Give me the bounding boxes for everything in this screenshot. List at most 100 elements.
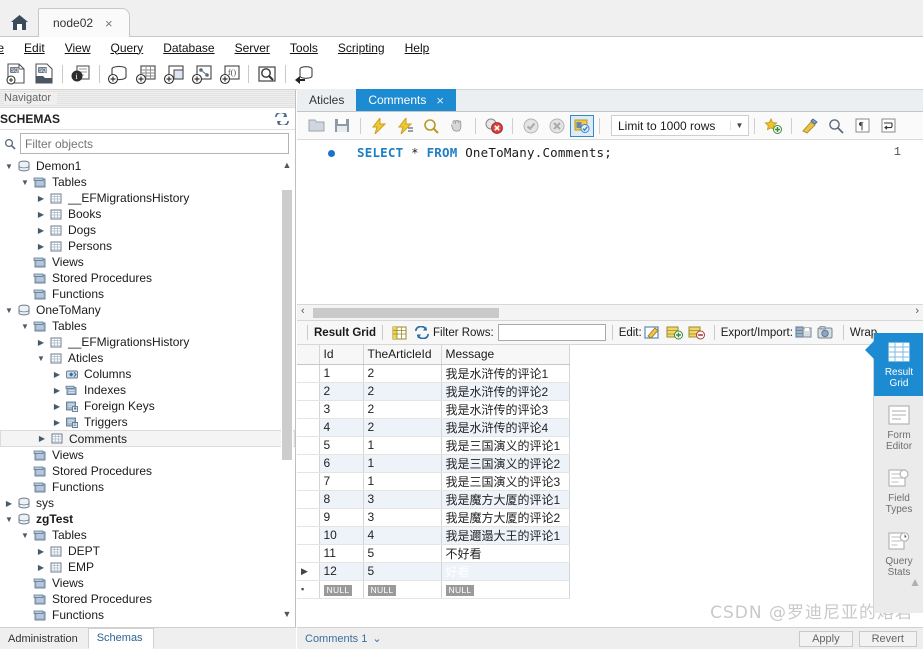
tree-node-books[interactable]: ▶ Books [0,206,295,222]
menu-server[interactable]: Server [225,39,280,57]
table-row[interactable]: 6 1 我是三国演义的评论2 [297,454,570,473]
table-row[interactable]: 3 2 我是水浒传的评论3 [297,400,570,419]
tree-node-persons[interactable]: ▶ Persons [0,238,295,254]
table-row[interactable]: 2 2 我是水浒传的评论2 [297,382,570,401]
tree-node-indexes[interactable]: ▶ Indexes [0,382,295,398]
chevron-down-icon[interactable]: ▼ [2,306,16,315]
tree-node-onetomany[interactable]: ▼ OneToMany [0,302,295,318]
cell-message[interactable]: 我是魔方大厦的评论2 [441,508,570,527]
menu-query[interactable]: Query [101,39,154,57]
scrollbar-thumb[interactable] [313,308,499,318]
row-marker[interactable] [297,454,320,473]
export-recordset-icon[interactable] [793,323,815,343]
sql-code-editor[interactable]: 1 SELECT * FROM OneToMany.Comments; [297,140,923,305]
cell-thearticleid[interactable]: 2 [363,364,442,383]
cell-thearticleid[interactable]: 4 [363,526,442,545]
chevron-down-icon[interactable]: ⌄ [372,632,381,645]
execute-icon[interactable] [366,114,392,138]
tree-node-views[interactable]: Views [0,447,295,463]
editor-tab-comments[interactable]: Comments × [356,89,456,111]
chevron-right-icon[interactable]: ▶ [35,434,49,443]
tree-node-emp[interactable]: ▶ EMP [0,559,295,575]
open-sql-script-icon[interactable]: SQL [30,61,58,87]
scrollbar-thumb[interactable] [282,190,292,460]
sidebar-item-result-grid[interactable]: Result Grid [865,333,923,396]
cell-thearticleid[interactable]: 5 [363,544,442,563]
tree-node-tables[interactable]: ▼ Tables [0,318,295,334]
limit-rows-dropdown[interactable]: Limit to 1000 rows ▼ [611,115,749,136]
row-marker[interactable] [297,382,320,401]
tree-node-triggers[interactable]: ▶ Triggers [0,414,295,430]
cell-id[interactable]: 9 [319,508,364,527]
refresh-icon[interactable] [411,323,433,343]
tree-node-functions[interactable]: Functions [0,479,295,495]
beautify-icon[interactable] [797,114,823,138]
menu-edit[interactable]: Edit [14,39,55,57]
cell-message[interactable]: 我是水浒传的评论1 [441,364,570,383]
cell-id[interactable]: 6 [319,454,364,473]
chevron-right-icon[interactable]: ▶ [50,418,64,427]
connection-tab-node02[interactable]: node02 × [38,8,130,37]
table-row[interactable]: 7 1 我是三国演义的评论3 [297,472,570,491]
cell-id[interactable]: 12 [319,562,364,581]
explain-icon[interactable] [418,114,444,138]
row-marker[interactable] [297,544,320,563]
row-marker[interactable] [297,490,320,509]
cell-thearticleid[interactable]: 2 [363,400,442,419]
create-view-icon[interactable] [160,61,188,87]
cell-id[interactable]: 10 [319,526,364,545]
row-marker[interactable] [297,418,320,437]
create-schema-icon[interactable] [104,61,132,87]
autocommit-icon[interactable] [570,114,594,137]
create-function-icon[interactable]: f() [216,61,244,87]
chevron-right-icon[interactable]: ▶ [34,194,48,203]
cell-message[interactable]: 我是水浒传的评论4 [441,418,570,437]
cell-message[interactable]: 我是邇遢大王的评论1 [441,526,570,545]
table-row[interactable]: 10 4 我是邇遢大王的评论1 [297,526,570,545]
tree-node-functions[interactable]: Functions [0,286,295,302]
cell-id[interactable]: 7 [319,472,364,491]
menu-view[interactable]: View [55,39,101,57]
cell-id[interactable]: 8 [319,490,364,509]
snippets-icon[interactable] [760,114,786,138]
editor-tab-aticles[interactable]: Aticles [297,89,357,111]
edit-pencil-icon[interactable] [642,323,664,343]
table-row[interactable]: 1 2 我是水浒传的评论1 [297,364,570,383]
open-script-icon[interactable] [303,114,329,138]
tree-node-stored-procedures[interactable]: Stored Procedures [0,270,295,286]
table-row[interactable]: 11 5 不好看 [297,544,570,563]
chevron-down-icon[interactable]: ▼ [18,178,32,187]
chevron-right-icon[interactable]: ▶ [34,547,48,556]
tree-node-tables[interactable]: ▼ Tables [0,174,295,190]
cell-thearticleid[interactable]: 1 [363,454,442,473]
commit-icon[interactable] [518,114,544,138]
cell-id[interactable]: 4 [319,418,364,437]
chevron-down-icon[interactable]: ▼ [34,354,48,363]
menu-help[interactable]: Help [395,39,440,57]
chevron-right-icon[interactable]: ▶ [34,338,48,347]
editor-horizontal-scrollbar[interactable]: ‹ › [297,305,923,321]
tree-node-sys[interactable]: ▶ sys [0,495,295,511]
cell-id[interactable]: 3 [319,400,364,419]
menu-file[interactable]: ile [0,39,14,57]
cell-message[interactable]: 我是魔方大厦的评论1 [441,490,570,509]
scroll-up-icon[interactable]: ▲ [281,160,293,174]
create-procedure-icon[interactable] [188,61,216,87]
tree-node-stored-procedures[interactable]: Stored Procedures [0,591,295,607]
tree-node-views[interactable]: Views [0,254,295,270]
cell-id[interactable]: 1 [319,364,364,383]
filter-rows-input[interactable] [497,324,606,341]
tree-node-demon1[interactable]: ▼ Demon1 [0,158,295,174]
find-icon[interactable] [823,114,849,138]
reconnect-server-icon[interactable] [290,61,318,87]
revert-button[interactable]: Revert [858,630,917,647]
wrap-lines-icon[interactable] [875,114,901,138]
close-icon[interactable]: × [436,93,444,108]
cell-message[interactable]: 好看 [441,562,570,581]
new-row-marker[interactable]: ▪ [297,580,320,599]
insert-row-icon[interactable] [664,323,686,343]
connection-info-icon[interactable]: i [67,61,95,87]
row-marker[interactable] [297,526,320,545]
cell-id[interactable]: 11 [319,544,364,563]
cell-thearticleid[interactable]: 3 [363,490,442,509]
